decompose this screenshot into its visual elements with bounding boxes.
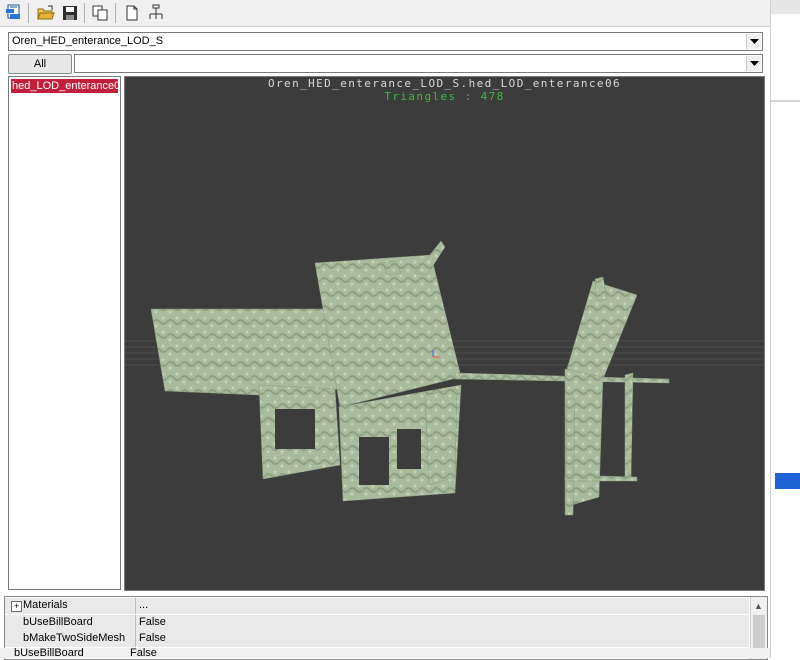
toolbar bbox=[0, 0, 770, 27]
property-row[interactable]: bUseBillBoard False bbox=[5, 615, 749, 632]
property-row[interactable]: bMakeTwoSideMesh False bbox=[5, 631, 749, 648]
all-button[interactable]: All bbox=[8, 54, 72, 74]
triangle-count: Triangles : 478 bbox=[384, 90, 505, 103]
new-document-icon[interactable] bbox=[122, 3, 142, 23]
3d-viewport[interactable]: Oren_HED_enterance_LOD_S.hed_LOD_enteran… bbox=[124, 76, 765, 591]
hierarchy-icon[interactable] bbox=[146, 3, 166, 23]
background-window-strip bbox=[770, 0, 800, 658]
mesh-render bbox=[125, 240, 764, 516]
list-item[interactable]: hed_LOD_enterance06 bbox=[11, 79, 118, 93]
property-name: bMakeTwoSideMesh bbox=[23, 632, 126, 644]
filter-select[interactable] bbox=[74, 54, 763, 73]
copy-icon[interactable] bbox=[90, 3, 110, 23]
property-value[interactable]: False bbox=[139, 632, 166, 644]
property-name: bUseBillBoard bbox=[14, 648, 84, 658]
property-value[interactable]: ... bbox=[139, 599, 148, 611]
mesh-select-value: Oren_HED_enterance_LOD_S bbox=[12, 35, 164, 47]
expand-icon[interactable]: + bbox=[11, 601, 22, 612]
property-row[interactable]: + Materials ... bbox=[5, 598, 749, 615]
save-icon[interactable] bbox=[60, 3, 80, 23]
properties-icon[interactable] bbox=[4, 3, 24, 23]
property-row-partial[interactable]: bUseBillBoard False bbox=[0, 648, 770, 658]
scroll-up-icon[interactable]: ▲ bbox=[754, 601, 763, 611]
property-name: Materials bbox=[23, 599, 68, 611]
open-folder-icon[interactable] bbox=[36, 3, 56, 23]
chevron-down-icon[interactable] bbox=[746, 56, 761, 71]
property-value[interactable]: False bbox=[139, 616, 166, 628]
mesh-list[interactable]: hed_LOD_enterance06 bbox=[8, 76, 121, 590]
viewport-title: Oren_HED_enterance_LOD_S.hed_LOD_enteran… bbox=[268, 77, 621, 90]
property-name: bUseBillBoard bbox=[23, 616, 93, 628]
mesh-select[interactable]: Oren_HED_enterance_LOD_S bbox=[8, 32, 763, 51]
chevron-down-icon[interactable] bbox=[746, 34, 761, 49]
background-window-highlight bbox=[775, 473, 800, 489]
property-value[interactable]: False bbox=[130, 648, 157, 658]
